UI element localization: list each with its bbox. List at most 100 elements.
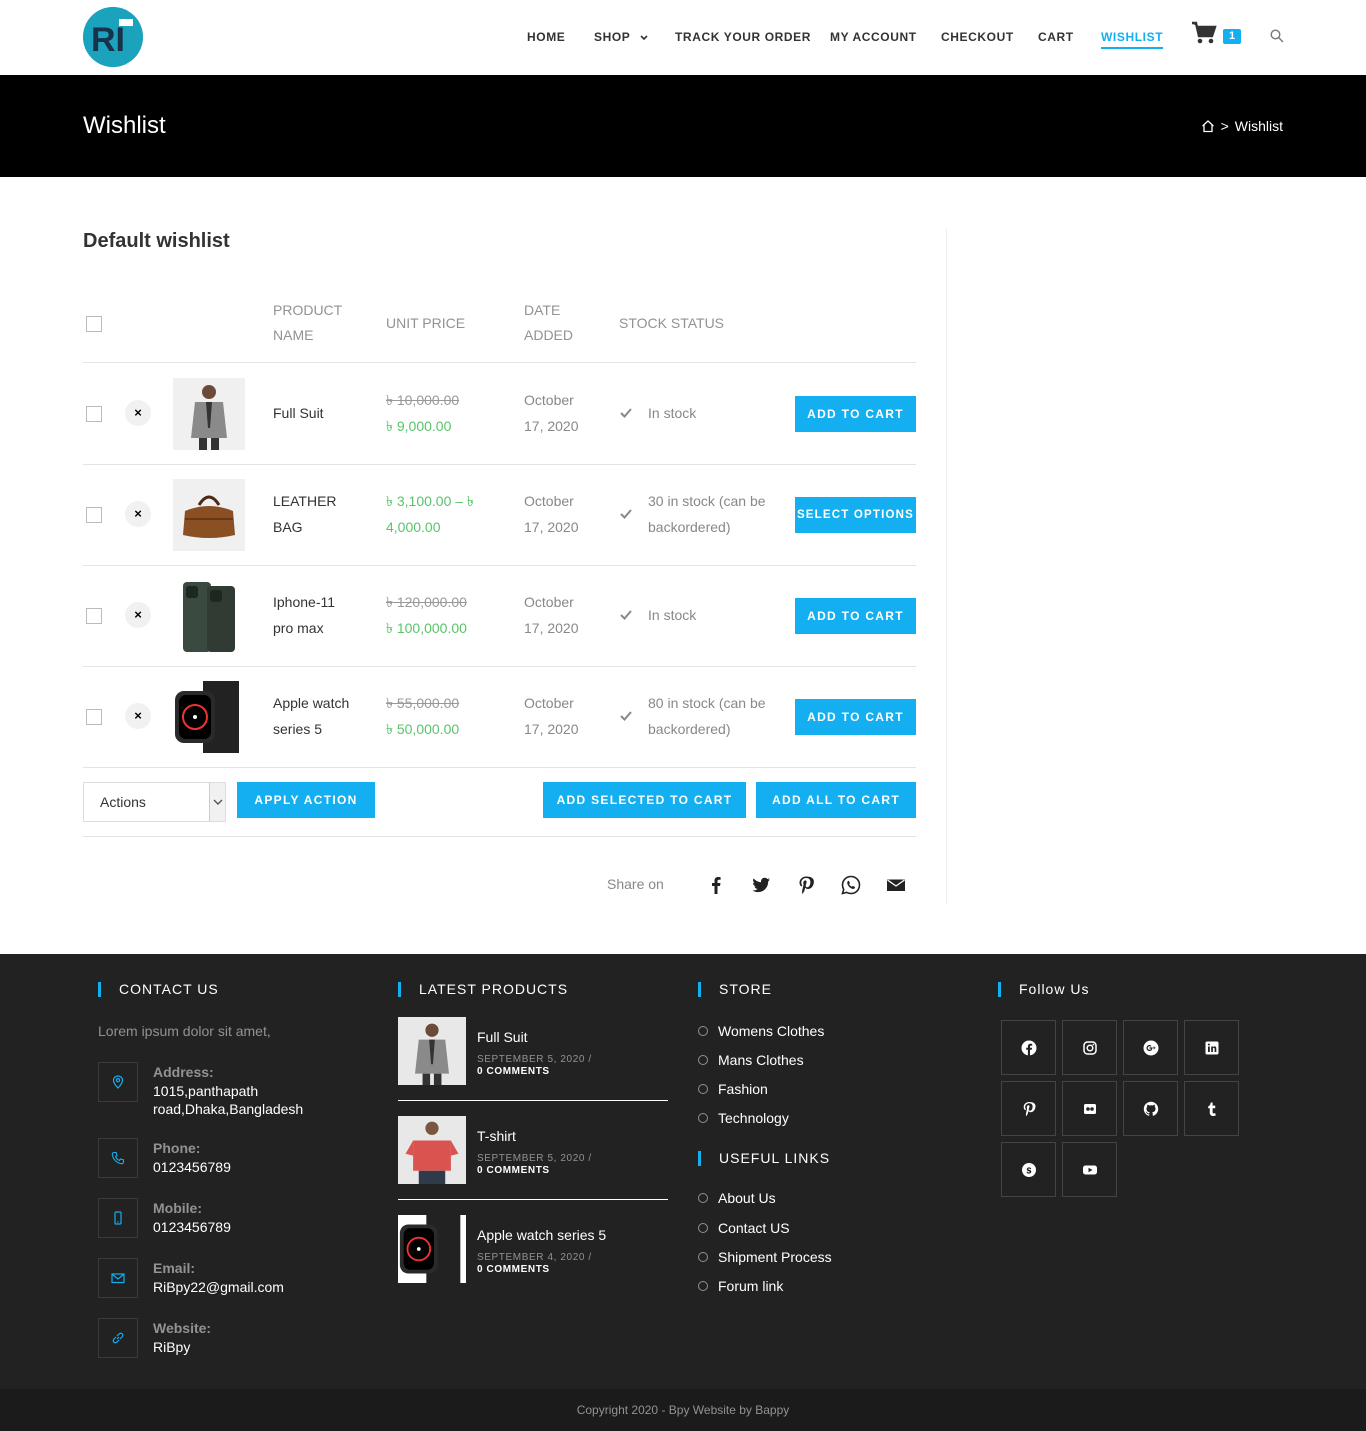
product-name[interactable]: LEATHER BAG xyxy=(273,488,353,540)
email-value[interactable]: RiBpy22@gmail.com xyxy=(153,1278,284,1296)
google-plus-icon[interactable] xyxy=(1123,1020,1178,1075)
store-link-fashion[interactable]: Fashion xyxy=(698,1081,768,1097)
footer-useful-links-title: USEFUL LINKS xyxy=(698,1151,830,1166)
nav-home[interactable]: HOME xyxy=(527,30,565,44)
nav-shop-label: SHOP xyxy=(594,30,631,44)
useful-link-forum-link[interactable]: Forum link xyxy=(698,1278,783,1294)
price-old: ৳ 55,000.00 xyxy=(386,695,460,711)
github-icon[interactable] xyxy=(1123,1081,1178,1136)
price-old: ৳ 120,000.00 xyxy=(386,594,467,610)
latest-product-comments[interactable]: 0 COMMENTS xyxy=(477,1165,550,1176)
cart-count-badge[interactable]: 1 xyxy=(1223,29,1241,44)
latest-product-thumbnail[interactable] xyxy=(398,1017,466,1085)
remove-item-button[interactable]: × xyxy=(125,602,151,628)
latest-product-separator xyxy=(398,1199,668,1200)
date-added: October 17, 2020 xyxy=(524,594,579,636)
remove-item-button[interactable]: × xyxy=(125,703,151,729)
column-unit-price: UNIT PRICE xyxy=(386,315,466,331)
latest-product-title[interactable]: Full Suit xyxy=(477,1029,528,1045)
store-link-womens-clothes[interactable]: Womens Clothes xyxy=(698,1023,824,1039)
table-row: × Iphone-11 pro max ৳ 120,000.00 ৳ 100,0… xyxy=(83,566,916,667)
pinterest-icon[interactable] xyxy=(1001,1081,1056,1136)
contact-intro: Lorem ipsum dolor sit amet, xyxy=(98,1023,271,1039)
select-options-button[interactable]: SELECT OPTIONS xyxy=(795,497,916,533)
phone-value[interactable]: 0123456789 xyxy=(153,1158,231,1176)
product-name[interactable]: Iphone-11 pro max xyxy=(273,589,353,641)
facebook-icon[interactable] xyxy=(1001,1020,1056,1075)
nav-checkout[interactable]: CHECKOUT xyxy=(941,30,1014,44)
youtube-icon[interactable] xyxy=(1062,1142,1117,1197)
email-icon-box xyxy=(98,1258,138,1298)
nav-my-account[interactable]: MY ACCOUNT xyxy=(830,30,917,44)
cart-icon[interactable] xyxy=(1191,20,1217,46)
site-footer: CONTACT US Lorem ipsum dolor sit amet, A… xyxy=(0,954,1366,1389)
latest-product-date: SEPTEMBER 4, 2020 / xyxy=(477,1252,592,1263)
table-row: × Apple watch series 5 ৳ 55,000.00 ৳ 50,… xyxy=(83,667,916,768)
nav-wishlist[interactable]: WISHLIST xyxy=(1101,30,1164,49)
add-to-cart-button[interactable]: ADD TO CART xyxy=(795,699,916,735)
latest-product-title[interactable]: Apple watch series 5 xyxy=(477,1227,606,1243)
email-icon[interactable] xyxy=(885,874,907,896)
product-name[interactable]: Apple watch series 5 xyxy=(273,690,363,742)
store-link-technology[interactable]: Technology xyxy=(698,1110,789,1126)
row-checkbox[interactable] xyxy=(86,406,102,422)
page-title: Wishlist xyxy=(83,112,166,139)
remove-item-button[interactable]: × xyxy=(125,501,151,527)
instagram-icon[interactable] xyxy=(1062,1020,1117,1075)
column-date-added: DATE ADDED xyxy=(524,302,574,343)
table-row: × LEATHER BAG ৳ 3,100.00 – ৳ 4,000.00 Oc… xyxy=(83,465,916,566)
add-selected-to-cart-button[interactable]: ADD SELECTED TO CART xyxy=(543,782,746,818)
row-checkbox[interactable] xyxy=(86,608,102,624)
product-thumbnail[interactable] xyxy=(173,479,245,551)
check-icon xyxy=(620,711,632,721)
phone-label: Phone: xyxy=(153,1140,201,1156)
row-checkbox[interactable] xyxy=(86,709,102,725)
nav-shop[interactable]: SHOP xyxy=(594,30,648,44)
remove-item-button[interactable]: × xyxy=(125,400,151,426)
useful-link-about-us[interactable]: About Us xyxy=(698,1190,776,1206)
website-value[interactable]: RiBpy xyxy=(153,1338,190,1356)
add-to-cart-button[interactable]: ADD TO CART xyxy=(795,598,916,634)
store-link-mans-clothes[interactable]: Mans Clothes xyxy=(698,1052,804,1068)
footer-contact-title: CONTACT US xyxy=(98,982,219,997)
address-line-2: road,Dhaka,Bangladesh xyxy=(153,1101,304,1117)
add-all-to-cart-button[interactable]: ADD ALL TO CART xyxy=(756,782,916,818)
price-range: ৳ 3,100.00 – ৳ 4,000.00 xyxy=(386,493,474,535)
facebook-icon[interactable] xyxy=(705,874,727,896)
linkedin-icon[interactable] xyxy=(1184,1020,1239,1075)
website-label: Website: xyxy=(153,1320,212,1336)
flickr-icon[interactable] xyxy=(1062,1081,1117,1136)
latest-product-title[interactable]: T-shirt xyxy=(477,1128,516,1144)
product-thumbnail[interactable] xyxy=(173,378,245,450)
useful-link-shipment-process[interactable]: Shipment Process xyxy=(698,1249,832,1265)
product-name[interactable]: Full Suit xyxy=(273,400,324,426)
row-checkbox[interactable] xyxy=(86,507,102,523)
apply-action-button[interactable]: APPLY ACTION xyxy=(237,782,375,818)
add-to-cart-button[interactable]: ADD TO CART xyxy=(795,396,916,432)
select-all-checkbox[interactable] xyxy=(86,316,102,332)
stock-status: In stock xyxy=(648,405,697,421)
mobile-icon xyxy=(114,1211,122,1225)
bulk-actions-select[interactable]: Actions xyxy=(83,782,226,822)
nav-track-order[interactable]: TRACK YOUR ORDER xyxy=(675,30,811,44)
product-thumbnail[interactable] xyxy=(173,580,245,652)
latest-product-comments[interactable]: 0 COMMENTS xyxy=(477,1066,550,1077)
twitter-icon[interactable] xyxy=(750,874,772,896)
latest-product-comments[interactable]: 0 COMMENTS xyxy=(477,1264,550,1275)
price-current: ৳ 100,000.00 xyxy=(386,620,467,636)
nav-cart[interactable]: CART xyxy=(1038,30,1074,44)
search-icon[interactable] xyxy=(1270,29,1284,43)
whatsapp-icon[interactable] xyxy=(840,874,862,896)
pinterest-icon[interactable] xyxy=(795,874,817,896)
latest-product-thumbnail[interactable] xyxy=(398,1116,466,1184)
breadcrumb: > Wishlist xyxy=(1201,118,1283,134)
latest-product-thumbnail[interactable] xyxy=(398,1215,466,1283)
mobile-value[interactable]: 0123456789 xyxy=(153,1218,231,1236)
product-thumbnail[interactable] xyxy=(173,681,245,753)
home-icon[interactable] xyxy=(1201,119,1215,133)
tumblr-icon[interactable] xyxy=(1184,1081,1239,1136)
skype-icon[interactable] xyxy=(1001,1142,1056,1197)
useful-link-contact-us[interactable]: Contact US xyxy=(698,1220,790,1236)
latest-product-separator xyxy=(398,1100,668,1101)
sidebar-divider xyxy=(946,228,947,904)
